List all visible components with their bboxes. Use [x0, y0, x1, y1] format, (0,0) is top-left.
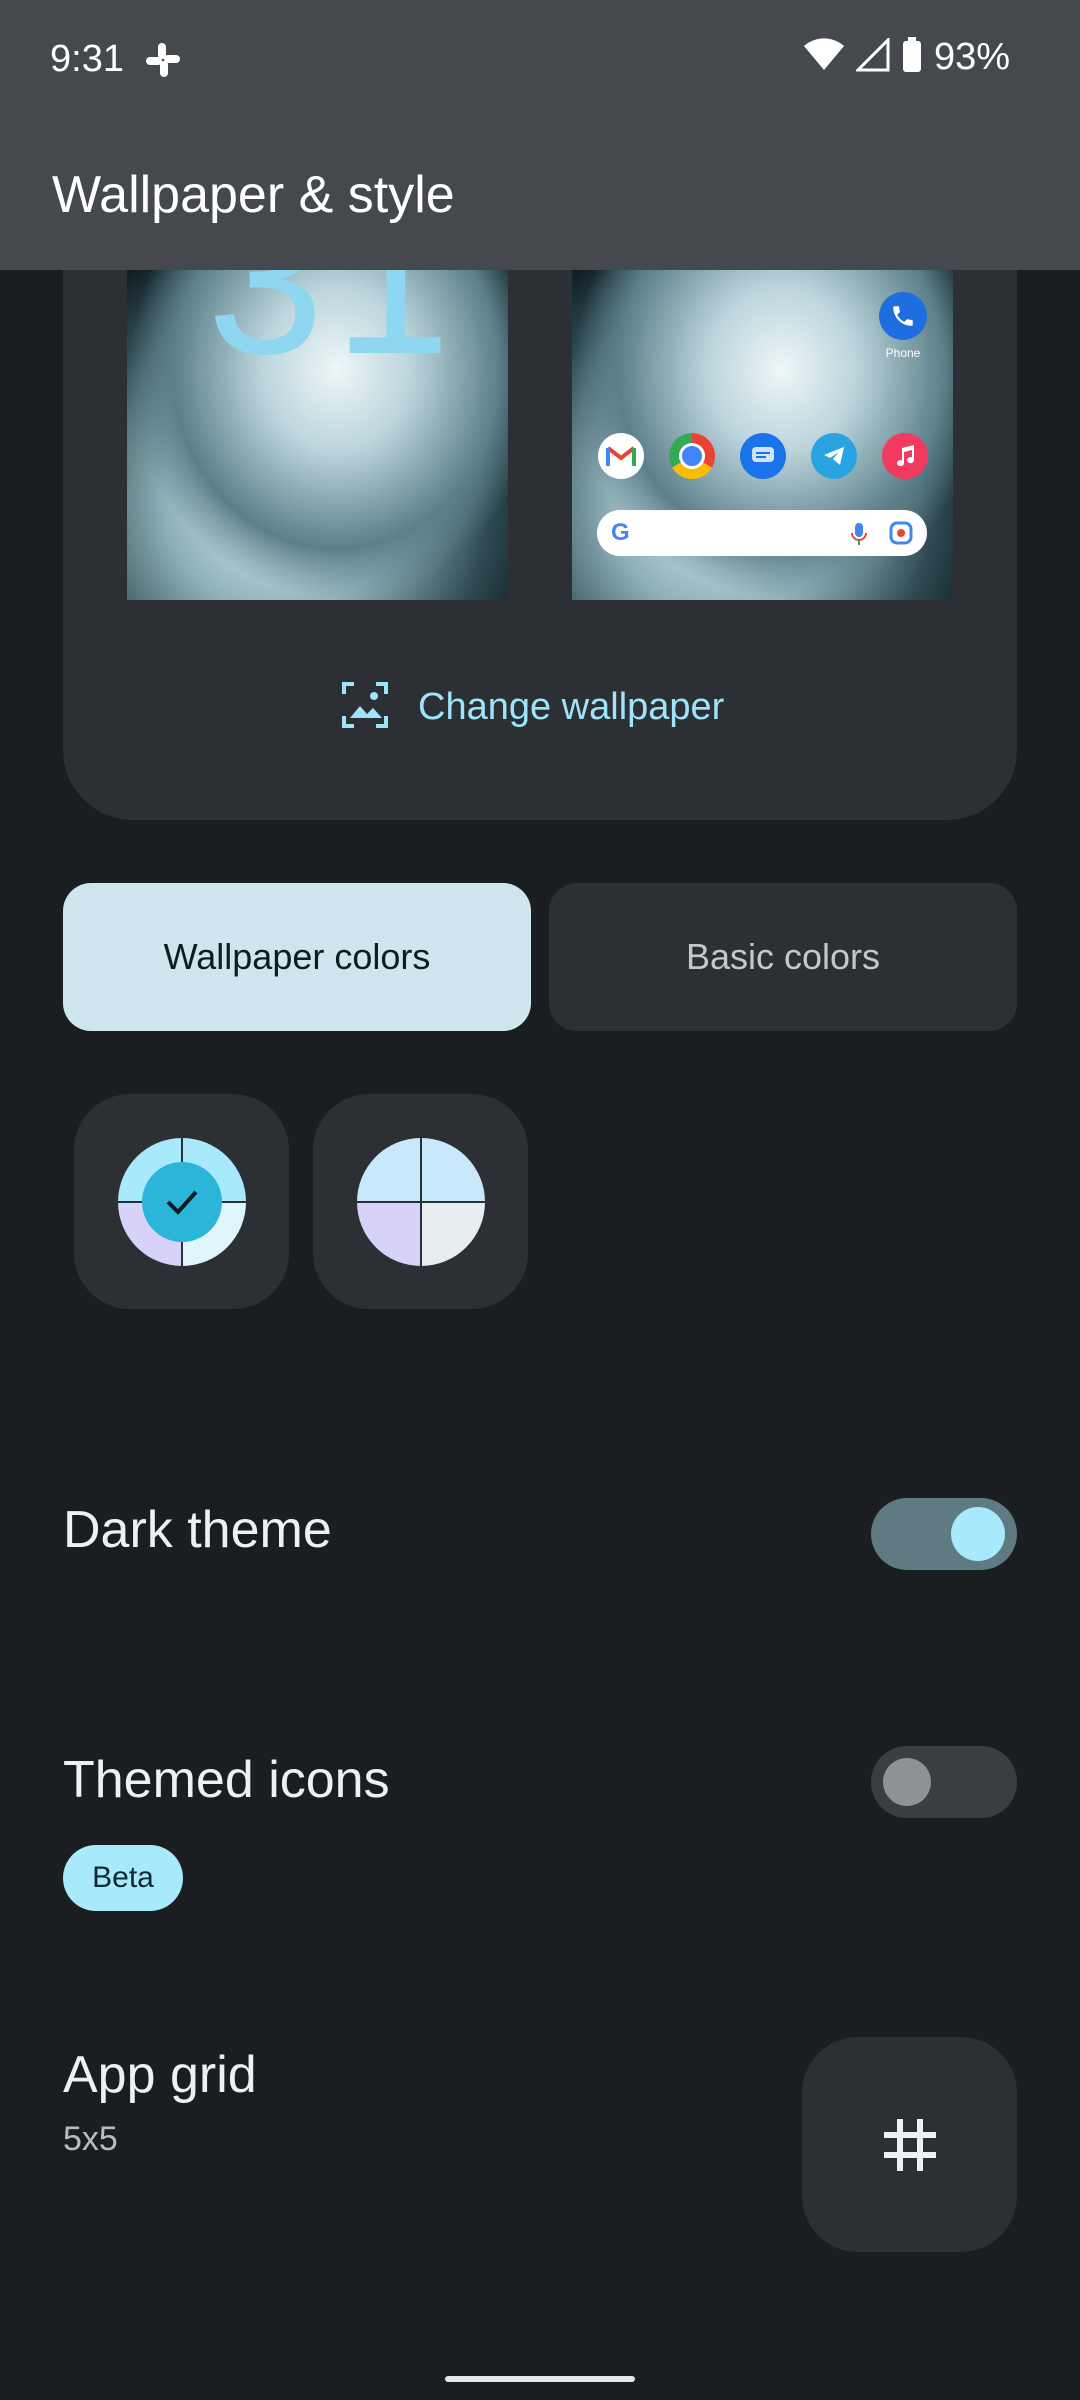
- battery-percent: 93%: [933, 36, 1010, 78]
- slack-notification-icon: [143, 40, 183, 80]
- toggle-knob: [883, 1758, 931, 1806]
- dark-theme-toggle[interactable]: [871, 1498, 1017, 1570]
- lens-icon: [889, 521, 913, 550]
- status-bar: 9:31 93%: [0, 0, 1080, 120]
- themed-icons-label: Themed icons: [63, 1751, 390, 1809]
- color-option-2[interactable]: [313, 1094, 528, 1309]
- dock: [598, 433, 928, 479]
- gmail-icon: [598, 433, 644, 479]
- home-screen-preview[interactable]: Phone G: [572, 270, 953, 600]
- tab-basic-colors[interactable]: Basic colors: [549, 883, 1017, 1031]
- lock-screen-preview[interactable]: 31: [127, 270, 508, 600]
- cellular-signal-icon: [854, 36, 890, 77]
- google-logo-icon: G: [611, 519, 630, 546]
- gesture-nav-handle[interactable]: [445, 2376, 635, 2382]
- music-icon: [882, 433, 928, 479]
- color-swatch-2: [356, 1137, 485, 1266]
- app-grid-value: 5x5: [63, 2120, 118, 2158]
- battery-icon: [902, 37, 922, 78]
- phone-icon: [879, 292, 927, 340]
- beta-badge: Beta: [63, 1845, 183, 1911]
- wallpaper-image-icon: [340, 680, 390, 735]
- app-grid-label: App grid: [63, 2046, 257, 2104]
- wifi-icon: [803, 38, 844, 77]
- top-app-bar: 9:31 93% Wallpaper & style: [0, 0, 1080, 270]
- chrome-icon: [669, 433, 715, 479]
- tab-wallpaper-colors[interactable]: Wallpaper colors: [63, 883, 531, 1031]
- change-wallpaper-label: Change wallpaper: [418, 686, 725, 728]
- color-option-1-selected[interactable]: [74, 1094, 289, 1309]
- messages-icon: [740, 433, 786, 479]
- system-icons: 93%: [803, 36, 1010, 79]
- phone-label: Phone: [885, 346, 921, 360]
- dark-theme-label: Dark theme: [63, 1501, 332, 1559]
- color-swatch-1: [117, 1137, 246, 1266]
- phone-app: Phone: [879, 292, 927, 360]
- status-time: 9:31: [50, 38, 124, 80]
- toggle-knob: [951, 1507, 1005, 1561]
- app-grid-button[interactable]: [802, 2037, 1017, 2252]
- mic-icon: [851, 522, 867, 551]
- google-search-bar: G: [597, 510, 927, 556]
- themed-icons-toggle[interactable]: [871, 1746, 1017, 1818]
- telegram-icon: [811, 433, 857, 479]
- change-wallpaper-button[interactable]: Change wallpaper: [340, 680, 724, 735]
- lock-clock: 31: [207, 270, 461, 398]
- page-title: Wallpaper & style: [52, 166, 455, 224]
- grid-icon: [883, 2118, 936, 2171]
